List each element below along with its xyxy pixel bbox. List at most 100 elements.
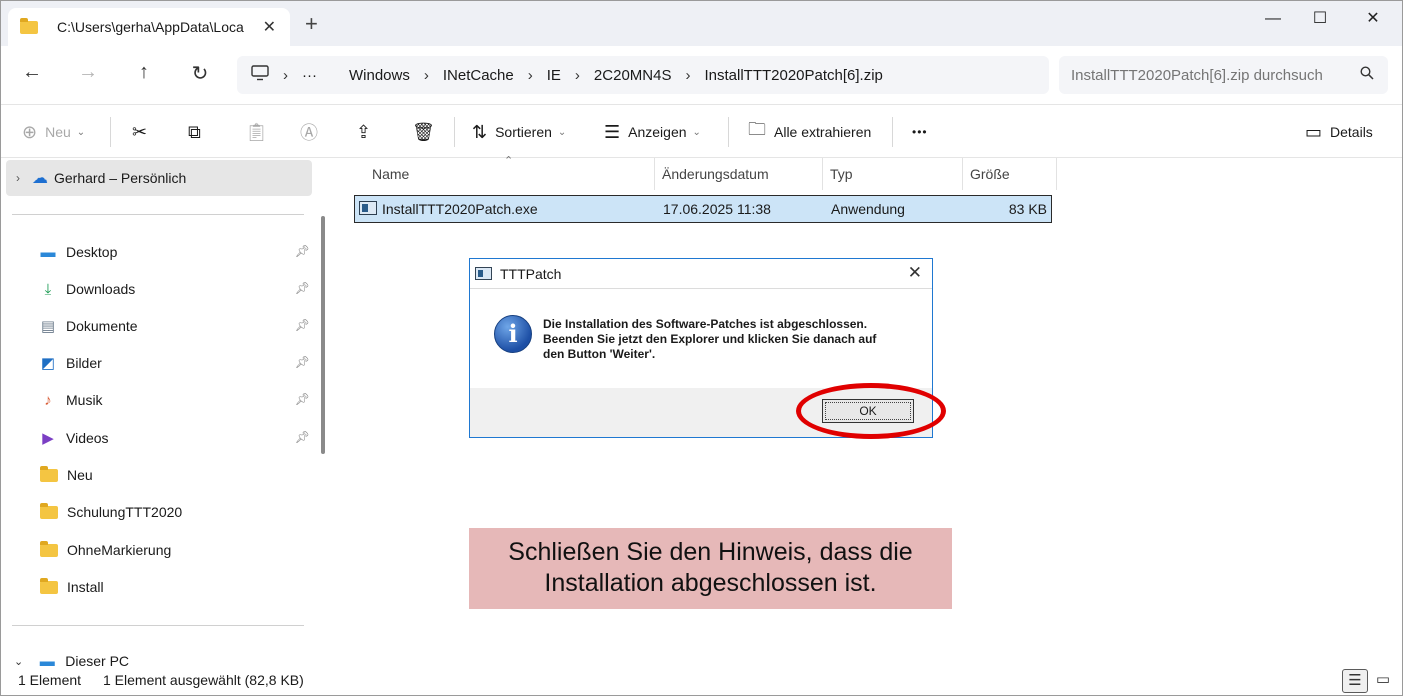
column-header-name[interactable]: Name — [372, 158, 409, 190]
column-divider[interactable] — [1056, 158, 1057, 190]
sidebar-item-onedrive[interactable]: › ☁ Gerhard – Persönlich — [6, 160, 312, 196]
column-divider[interactable] — [962, 158, 963, 190]
command-bar: ⊕ Neu ⌄ ✂ ⧉ 📋︎ Ⓐ ⇪ 🗑︎ ⇅ Sortieren ⌄ ☰ An… — [0, 104, 1403, 158]
details-pane-button[interactable]: ▭ Details — [1305, 105, 1373, 159]
status-bar: 1 Element 1 Element ausgewählt (82,8 KB)… — [0, 666, 1403, 696]
sidebar-item-label: SchulungTTT2020 — [67, 504, 183, 520]
maximize-button[interactable]: ☐ — [1297, 6, 1343, 32]
view-button[interactable]: ☰ Anzeigen ⌄ — [604, 105, 701, 159]
chevron-down-icon: ⌄ — [557, 126, 567, 138]
extract-folder-icon: 🗀︎ — [748, 119, 766, 139]
paste-button[interactable]: 📋︎ — [245, 105, 276, 159]
breadcrumb-separator[interactable]: › — [575, 67, 580, 84]
dialog-title-bar[interactable]: TTTPatch ✕ — [470, 259, 932, 289]
sidebar-item-ohnemarkierung[interactable]: OhneMarkierung — [38, 535, 314, 565]
extract-all-button[interactable]: 🗀︎ Alle extrahieren — [748, 105, 871, 159]
document-icon: ▤ — [40, 318, 56, 335]
sidebar-item-label: Dokumente — [66, 318, 138, 334]
chevron-down-icon: ⌄ — [76, 126, 86, 138]
cut-button[interactable]: ✂ — [132, 105, 155, 159]
cloud-icon: ☁ — [32, 170, 48, 187]
pin-icon[interactable]: 📌︎ — [295, 281, 310, 295]
minimize-button[interactable]: — — [1250, 6, 1296, 32]
search-input[interactable] — [1071, 66, 1346, 84]
breadcrumb-folder[interactable]: 2C20MN4S — [594, 67, 672, 84]
sidebar-item-videos[interactable]: ▶ Videos 📌︎ — [38, 423, 314, 453]
tab-close-icon[interactable]: ✕ — [263, 17, 276, 37]
search-box[interactable] — [1059, 56, 1388, 94]
folder-icon — [20, 17, 38, 34]
toolbar-divider — [728, 117, 729, 147]
breadcrumb[interactable]: › ··· Windows › INetCache › IE › 2C20MN4… — [237, 56, 1049, 94]
column-header-date[interactable]: Änderungsdatum — [662, 158, 769, 190]
dialog-message-line: den Button 'Weiter'. — [543, 347, 656, 361]
sidebar-item-documents[interactable]: ▤ Dokumente 📌︎ — [38, 311, 314, 341]
pin-icon[interactable]: 📌︎ — [295, 244, 310, 258]
breadcrumb-ie[interactable]: IE — [547, 67, 561, 84]
tab-explorer[interactable]: C:\Users\gerha\AppData\Loca ✕ — [8, 8, 290, 46]
table-row[interactable]: InstallTTT2020Patch.exe 17.06.2025 11:38… — [354, 195, 1052, 223]
file-name: InstallTTT2020Patch.exe — [382, 201, 538, 217]
folder-icon — [40, 502, 58, 519]
sort-icon: ⇅ — [472, 121, 488, 142]
tiles-view-button[interactable]: ▭ — [1370, 669, 1396, 693]
monitor-icon[interactable] — [251, 65, 269, 85]
ok-button[interactable]: OK — [822, 399, 914, 423]
more-options-button[interactable]: ••• — [912, 105, 928, 159]
dialog-close-button[interactable]: ✕ — [908, 263, 922, 283]
sidebar-divider — [12, 214, 304, 215]
breadcrumb-windows[interactable]: Windows — [349, 67, 410, 84]
sidebar-item-downloads[interactable]: ⤓ Downloads 📌︎ — [38, 274, 314, 304]
close-window-button[interactable]: ✕ — [1350, 6, 1396, 32]
new-button[interactable]: ⊕ Neu ⌄ — [22, 105, 85, 159]
back-button[interactable]: ← — [16, 61, 48, 84]
new-tab-button[interactable]: + — [305, 13, 318, 35]
breadcrumb-overflow[interactable]: ··· — [302, 67, 317, 84]
delete-button[interactable]: 🗑︎ — [412, 105, 443, 159]
sidebar-item-desktop[interactable]: ▬ Desktop 📌︎ — [38, 237, 314, 267]
forward-button[interactable]: → — [72, 61, 104, 84]
column-divider[interactable] — [654, 158, 655, 190]
sidebar-item-label: Neu — [67, 467, 93, 483]
breadcrumb-separator[interactable]: › — [424, 67, 429, 84]
callout-line: Installation abgeschlossen ist. — [544, 569, 877, 597]
column-divider[interactable] — [822, 158, 823, 190]
sidebar-item-install[interactable]: Install — [38, 572, 314, 602]
dialog-message-line: Die Installation des Software-Patches is… — [543, 317, 868, 331]
pin-icon[interactable]: 📌︎ — [295, 430, 310, 444]
column-header-type[interactable]: Typ — [830, 158, 853, 190]
pin-icon[interactable]: 📌︎ — [295, 355, 310, 369]
details-view-button[interactable]: ☰ — [1342, 669, 1368, 693]
refresh-button[interactable]: ↻ — [184, 61, 216, 86]
sidebar-item-label: Bilder — [66, 355, 102, 371]
chevron-right-icon[interactable]: › — [16, 171, 20, 185]
clipboard-icon: 📋︎ — [245, 121, 268, 142]
search-icon[interactable] — [1360, 66, 1374, 84]
trash-icon: 🗑︎ — [412, 121, 435, 142]
pin-icon[interactable]: 📌︎ — [295, 392, 310, 406]
column-header-size[interactable]: Größe — [970, 158, 1010, 190]
info-icon: i — [494, 315, 532, 353]
breadcrumb-inetcache[interactable]: INetCache — [443, 67, 514, 84]
share-button[interactable]: ⇪ — [356, 105, 379, 159]
new-label: Neu — [45, 124, 71, 140]
breadcrumb-zip[interactable]: InstallTTT2020Patch[6].zip — [704, 67, 882, 84]
sidebar-item-neu[interactable]: Neu — [38, 460, 314, 490]
rename-button[interactable]: Ⓐ — [300, 105, 326, 159]
pin-icon[interactable]: 📌︎ — [295, 318, 310, 332]
up-button[interactable]: ↑ — [128, 61, 160, 84]
sort-button[interactable]: ⇅ Sortieren ⌄ — [472, 105, 566, 159]
sidebar-item-schulung[interactable]: SchulungTTT2020 — [38, 497, 314, 527]
video-icon: ▶ — [42, 430, 54, 447]
breadcrumb-separator[interactable]: › — [528, 67, 533, 84]
folder-icon — [40, 577, 58, 594]
breadcrumb-separator[interactable]: › — [685, 67, 690, 84]
message-dialog: TTTPatch ✕ i Die Installation des Softwa… — [469, 258, 933, 438]
details-pane-icon: ▭ — [1305, 121, 1323, 142]
breadcrumb-separator[interactable]: › — [283, 67, 288, 84]
sidebar-item-pictures[interactable]: ◩ Bilder 📌︎ — [38, 348, 314, 378]
sidebar-item-music[interactable]: ♪ Musik 📌︎ — [38, 385, 314, 415]
view-label: Anzeigen — [628, 124, 687, 140]
sidebar-scrollbar[interactable] — [321, 216, 325, 454]
copy-button[interactable]: ⧉ — [188, 105, 209, 159]
